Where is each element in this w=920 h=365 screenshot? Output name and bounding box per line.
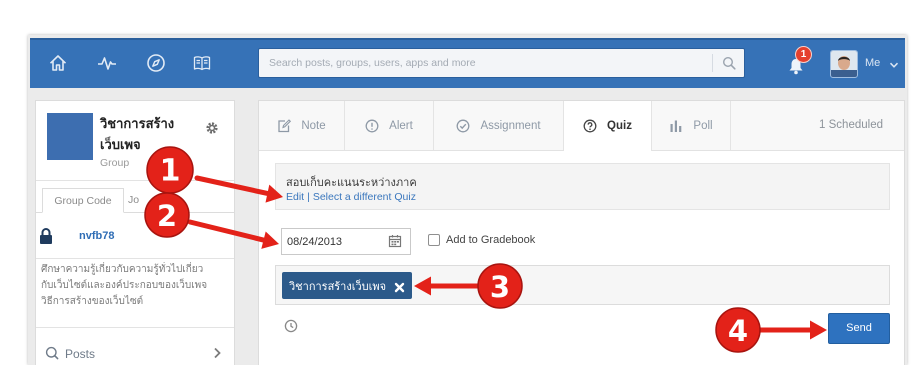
tab-join[interactable]: Jo <box>128 188 158 213</box>
sidebar-item-label: Posts <box>65 347 96 361</box>
gear-icon[interactable] <box>205 121 219 135</box>
tab-poll[interactable]: Poll <box>652 101 731 150</box>
divider <box>36 327 234 328</box>
posts-icon <box>45 346 59 360</box>
top-navigation-bar: 1 Me <box>30 38 905 88</box>
group-sidebar: วิชาการสร้าง เว็บเพจ Group Group Code Jo… <box>35 100 235 365</box>
divider <box>36 258 234 259</box>
tab-label: Poll <box>693 119 713 132</box>
tab-label: Quiz <box>607 120 632 132</box>
search-divider <box>712 54 713 72</box>
recipient-chip[interactable]: วิชาการสร้างเว็บเพจ <box>282 272 412 299</box>
tab-alert[interactable]: Alert <box>345 101 434 150</box>
tab-note[interactable]: Note <box>259 101 345 150</box>
poll-icon <box>669 119 683 133</box>
close-icon[interactable] <box>394 280 405 293</box>
chevron-right-icon <box>211 346 223 360</box>
quiz-actions: Edit | Select a different Quiz <box>286 191 419 203</box>
group-name-line: เว็บเพจ <box>100 138 141 153</box>
tab-label: Alert <box>389 119 413 132</box>
add-to-gradebook-checkbox[interactable] <box>428 234 440 246</box>
send-button[interactable]: Send <box>828 313 890 344</box>
group-avatar[interactable] <box>47 113 93 160</box>
tab-assignment[interactable]: Assignment <box>434 101 564 150</box>
add-to-gradebook-label[interactable]: Add to Gradebook <box>446 234 535 246</box>
compass-icon[interactable] <box>146 53 166 73</box>
note-icon <box>277 118 292 133</box>
group-name[interactable]: วิชาการสร้าง เว็บเพจ <box>100 114 174 156</box>
recipients-field[interactable]: วิชาการสร้างเว็บเพจ <box>275 265 890 305</box>
description-line: กับเว็บไซต์และองค์ประกอบของเว็บเพจ <box>41 280 208 291</box>
select-different-quiz-link[interactable]: Select a different Quiz <box>313 191 416 203</box>
tab-group-code[interactable]: Group Code <box>42 188 124 213</box>
edit-quiz-link[interactable]: Edit <box>286 191 304 203</box>
post-composer: Note Alert Assignment Quiz Poll 1 Schedu… <box>258 100 905 365</box>
description-line: วิธีการสร้างของเว็บไซต์ <box>41 296 144 307</box>
assignment-icon <box>456 119 470 133</box>
due-date-picker <box>281 228 411 255</box>
user-avatar[interactable] <box>830 50 858 78</box>
description-line: ศึกษาความรู้เกี่ยวกับความรู้ทั่วไปเกี่ยว <box>41 264 204 275</box>
search-input[interactable] <box>259 49 711 77</box>
search-box <box>258 48 745 78</box>
group-code-value: nvfb78 <box>79 230 115 242</box>
selected-quiz-panel: สอบเก็บคะแนนระหว่างภาค Edit | Select a dif… <box>275 163 890 210</box>
group-code-tabs: Group Code Jo <box>36 185 234 213</box>
scheduled-posts-link[interactable]: 1 Scheduled <box>819 119 883 131</box>
clock-icon[interactable] <box>284 319 298 333</box>
home-icon[interactable] <box>48 53 68 73</box>
chevron-down-icon[interactable] <box>888 58 900 70</box>
group-type-label: Group <box>100 157 130 169</box>
search-icon[interactable] <box>722 56 736 70</box>
link-separator: | <box>307 191 310 203</box>
quiz-icon <box>583 119 597 133</box>
tab-quiz[interactable]: Quiz <box>564 101 652 151</box>
user-menu-label[interactable]: Me <box>865 57 880 69</box>
lock-icon[interactable] <box>39 227 53 245</box>
activity-icon[interactable] <box>97 53 117 73</box>
calendar-icon[interactable] <box>388 234 402 248</box>
group-description: ศึกษาความรู้เกี่ยวกับความรู้ทั่วไปเกี่ยว… <box>41 262 231 310</box>
book-icon[interactable] <box>192 53 212 73</box>
composer-tabs: Note Alert Assignment Quiz Poll 1 Schedu… <box>259 101 904 151</box>
quiz-title: สอบเก็บคะแนนระหว่างภาค <box>286 176 417 189</box>
recipient-name: วิชาการสร้างเว็บเพจ <box>289 279 387 293</box>
due-date-input[interactable] <box>282 229 378 254</box>
sidebar-item-posts[interactable]: Posts <box>36 337 234 365</box>
alert-icon <box>365 119 379 133</box>
group-name-line: วิชาการสร้าง <box>100 117 175 132</box>
divider <box>36 180 234 181</box>
tab-label: Note <box>301 119 326 132</box>
tab-label: Assignment <box>480 119 541 132</box>
notification-badge[interactable]: 1 <box>795 46 812 63</box>
